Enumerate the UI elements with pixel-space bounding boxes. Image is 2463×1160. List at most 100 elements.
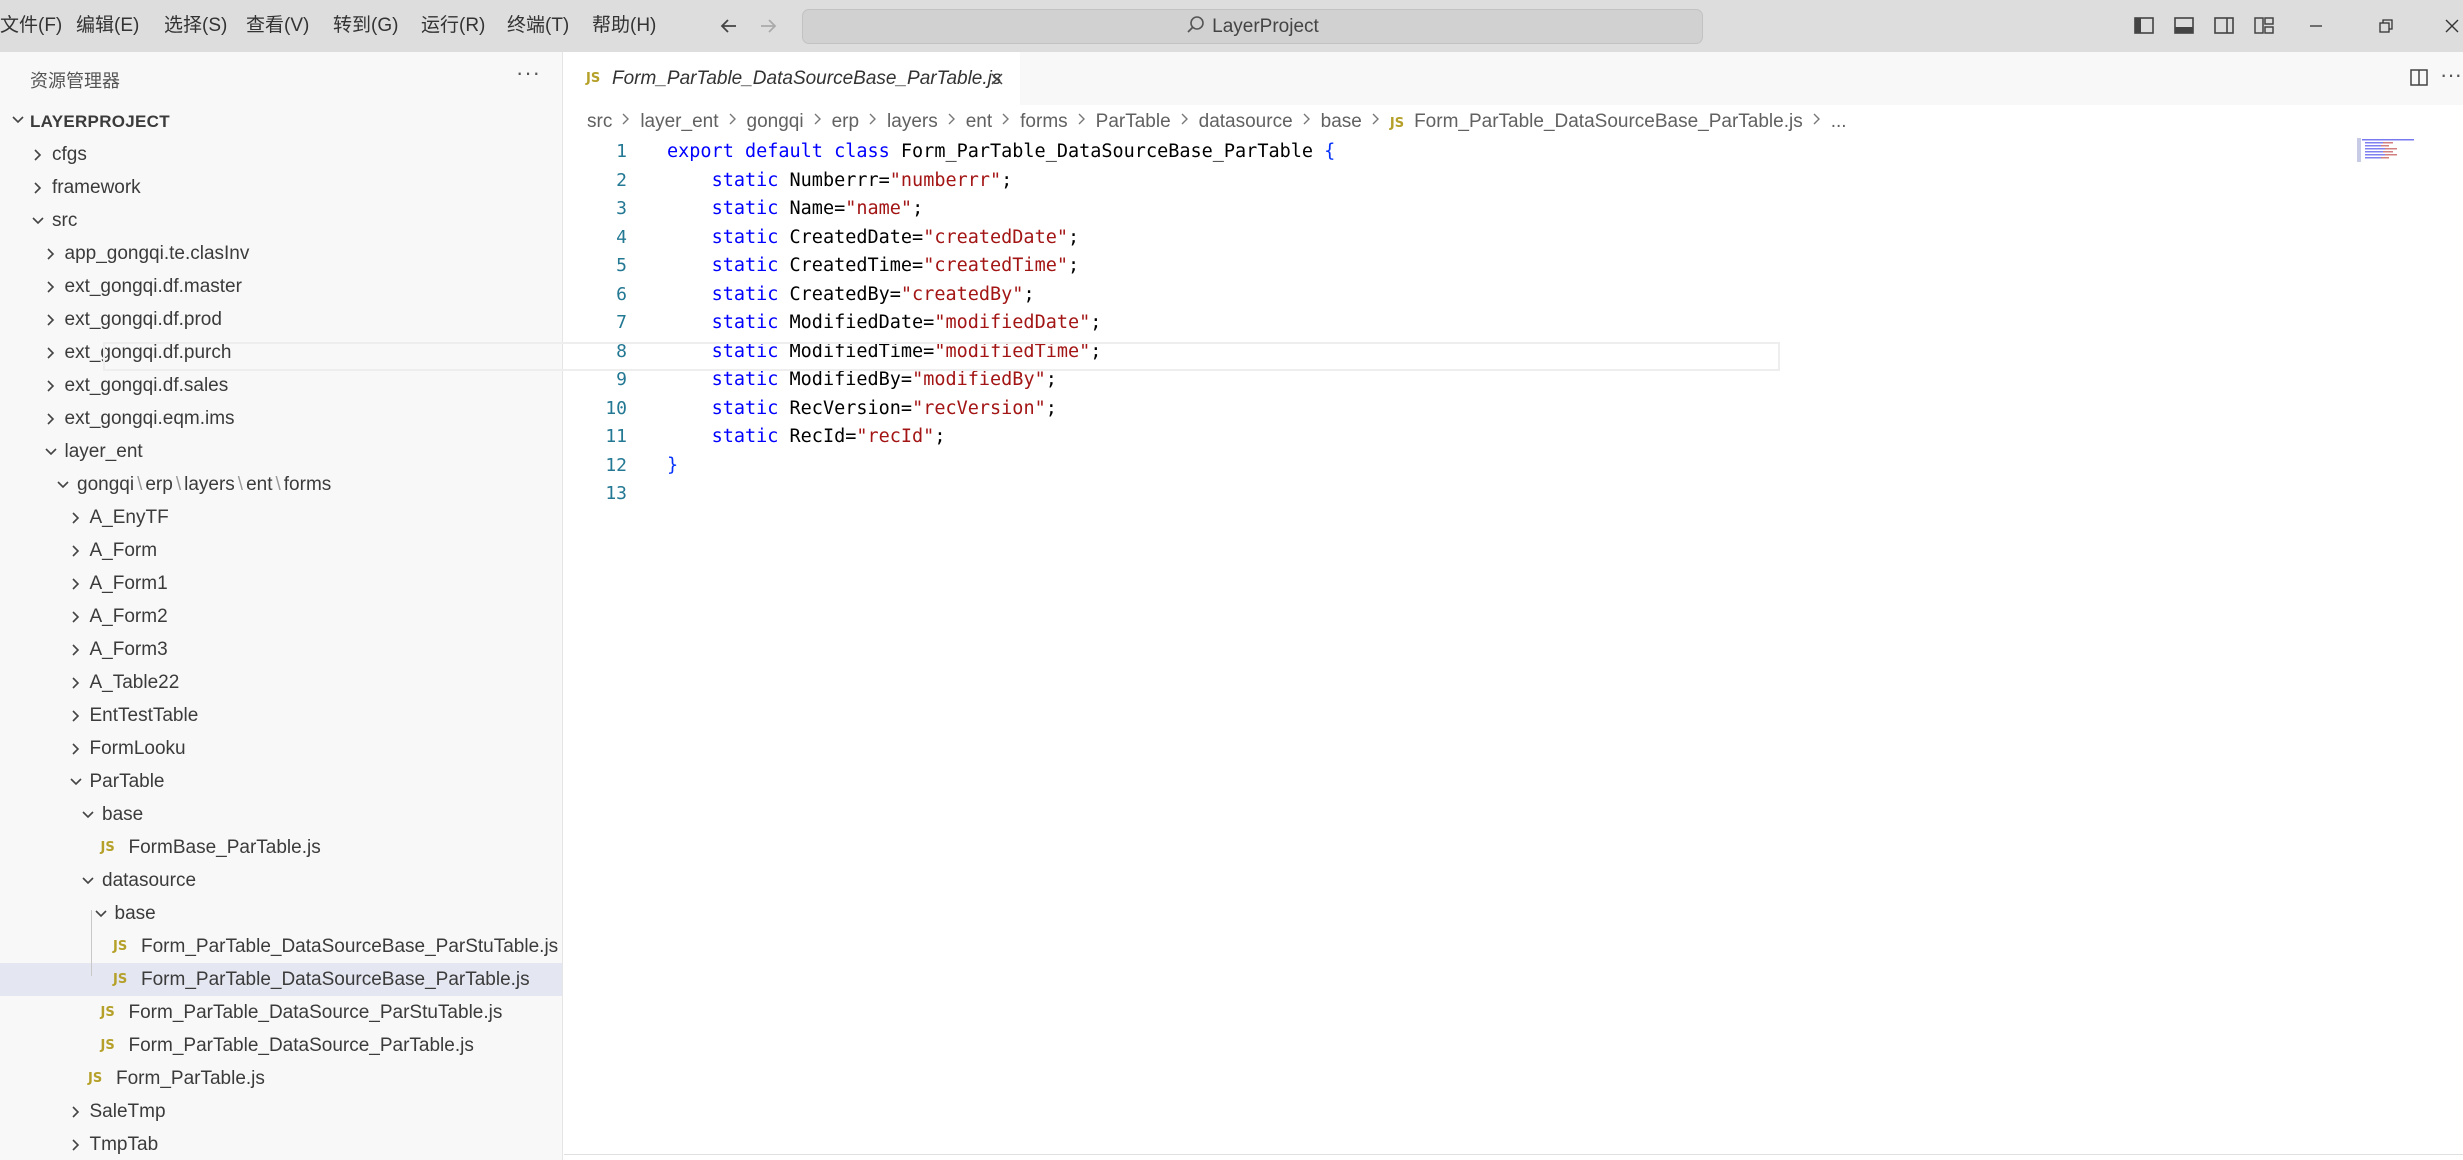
tree-file[interactable]: JS Form_ParTable_DataSourceBase_ParTable.…	[0, 963, 562, 996]
tree-folder[interactable]: cfgs	[0, 138, 562, 171]
tree-folder[interactable]: FormLooku	[0, 732, 562, 765]
breadcrumb-item[interactable]: base	[1321, 105, 1362, 138]
close-window-icon[interactable]	[2424, 0, 2463, 52]
code-line[interactable]: 11 static RecId="recId";	[564, 423, 2463, 452]
restore-icon[interactable]	[2358, 0, 2414, 52]
tree-folder[interactable]: A_Form	[0, 534, 562, 567]
tree-folder[interactable]: SaleTmp	[0, 1095, 562, 1128]
tree-item-label: ext_gongqi.eqm.ims	[65, 402, 235, 435]
tree-folder[interactable]: A_Form1	[0, 567, 562, 600]
code-token: "recId"	[856, 426, 935, 447]
code-token: "modifiedDate"	[934, 312, 1091, 333]
tree-folder[interactable]: A_Table22	[0, 666, 562, 699]
code-line[interactable]: 7 static ModifiedDate="modifiedDate";	[564, 309, 2463, 338]
folder-name: app_gongqi.te.clasInv	[64, 243, 250, 264]
menu-item[interactable]: 文件(F)	[0, 0, 62, 52]
folder-segment[interactable]: forms	[284, 474, 332, 495]
code-token: RecVersion=	[789, 397, 913, 419]
tree-file[interactable]: JS Form_ParTable_DataSource_ParStuTable.j…	[0, 996, 562, 1029]
code-token: RecId=	[789, 426, 857, 447]
menu-item[interactable]: 查看(V)	[246, 0, 309, 52]
tab-active-file[interactable]: JS Form_ParTable_DataSourceBase_ParTable…	[564, 52, 1020, 105]
breadcrumb-item[interactable]: forms	[1020, 105, 1068, 138]
code-token: ;	[1023, 283, 1035, 305]
code-line[interactable]: 5 static CreatedTime="createdTime";	[564, 252, 2463, 281]
tree-folder[interactable]: base	[0, 897, 562, 930]
chevron-right-icon	[66, 607, 86, 632]
code-line[interactable]: 3 static Name="name";	[564, 195, 2463, 224]
menu-item[interactable]: 运行(R)	[421, 0, 485, 52]
code-line[interactable]: 4 static CreatedDate="createdDate";	[564, 224, 2463, 253]
code-line[interactable]: 10 static RecVersion="recVersion";	[564, 395, 2463, 424]
tree-folder[interactable]: layer_ent	[0, 435, 562, 468]
tree-folder[interactable]: app_gongqi.te.clasInv	[0, 237, 562, 270]
menu-item[interactable]: 帮助(H)	[592, 0, 656, 52]
code-token: static	[711, 312, 790, 333]
folder-segment[interactable]: layers	[184, 474, 235, 495]
forward-arrow-icon[interactable]	[756, 0, 780, 52]
folder-segment[interactable]: ent	[246, 474, 272, 495]
tree-folder[interactable]: datasource	[0, 864, 562, 897]
breadcrumb-symbols[interactable]: ...	[1831, 105, 1847, 138]
menu-item[interactable]: 转到(G)	[333, 0, 398, 52]
tree-file[interactable]: JS Form_ParTable_DataSource_ParTable.js	[0, 1029, 562, 1062]
code-text: static Name="name";	[667, 195, 924, 224]
menu-item[interactable]: 选择(S)	[164, 0, 227, 52]
js-file-icon: JS	[113, 939, 128, 954]
back-arrow-icon[interactable]	[718, 0, 742, 52]
minimize-icon[interactable]	[2288, 0, 2344, 52]
tree-folder[interactable]: A_Form2	[0, 600, 562, 633]
editor-more-actions-icon[interactable]: ···	[2440, 62, 2462, 88]
tree-folder[interactable]: ext_gongqi.eqm.ims	[0, 402, 562, 435]
line-number: 7	[616, 312, 627, 333]
project-section-header[interactable]: LAYERPROJECT	[0, 105, 562, 138]
more-actions-icon[interactable]: ···	[516, 60, 541, 86]
tree-folder[interactable]: TmpTab	[0, 1128, 562, 1160]
minimap[interactable]	[2357, 138, 2417, 162]
toggle-primary-sidebar-icon[interactable]	[2131, 13, 2157, 39]
tree-folder[interactable]: A_Form3	[0, 633, 562, 666]
tree-folder[interactable]: base	[0, 798, 562, 831]
breadcrumb-item[interactable]: src	[587, 105, 612, 138]
breadcrumb-item[interactable]: datasource	[1199, 105, 1293, 138]
code-line[interactable]: 2 static Numberrr="numberrr";	[564, 167, 2463, 196]
menu-item[interactable]: 终端(T)	[507, 0, 569, 52]
tree-folder[interactable]: ext_gongqi.df.prod	[0, 303, 562, 336]
tree-folder[interactable]: ext_gongqi.df.sales	[0, 369, 562, 402]
folder-segment[interactable]: erp	[145, 474, 172, 495]
breadcrumb-file[interactable]: JS Form_ParTable_DataSourceBase_ParTable.…	[1390, 105, 1803, 140]
code-line[interactable]: 1 export default class Form_ParTable_Data…	[564, 138, 2463, 167]
tree-folder[interactable]: gongqi \ erp \ layers \ ent \ forms	[0, 468, 562, 501]
tree-folder[interactable]: A_EnyTF	[0, 501, 562, 534]
breadcrumb-item[interactable]: gongqi	[747, 105, 804, 138]
chevron-right-icon	[28, 145, 48, 170]
code-line[interactable]: 12}	[564, 452, 2463, 481]
code-line[interactable]: 13	[564, 480, 2463, 509]
menu-item[interactable]: 编辑(E)	[76, 0, 139, 52]
tree-file[interactable]: JS Form_ParTable_DataSourceBase_ParStuTab…	[0, 930, 562, 963]
toggle-secondary-sidebar-icon[interactable]	[2211, 13, 2237, 39]
code-line[interactable]: 6 static CreatedBy="createdBy";	[564, 281, 2463, 310]
breadcrumb-item[interactable]: layer_ent	[640, 105, 718, 138]
breadcrumb-item[interactable]: ParTable	[1096, 105, 1171, 138]
tree-file[interactable]: JS Form_ParTable.js	[0, 1062, 562, 1095]
tree-folder[interactable]: src	[0, 204, 562, 237]
project-name: LAYERPROJECT	[30, 112, 170, 131]
editor-tab-bar: JS Form_ParTable_DataSourceBase_ParTable…	[564, 52, 2463, 105]
command-center-search[interactable]: LayerProject	[802, 9, 1703, 44]
breadcrumb-item[interactable]: layers	[887, 105, 938, 138]
folder-name: TmpTab	[89, 1134, 159, 1155]
split-editor-icon[interactable]	[2408, 67, 2430, 94]
close-tab-icon[interactable]	[988, 70, 1006, 88]
toggle-panel-icon[interactable]	[2171, 13, 2197, 39]
tree-folder[interactable]: EntTestTable	[0, 699, 562, 732]
tree-folder[interactable]: ext_gongqi.df.master	[0, 270, 562, 303]
tree-file[interactable]: JS FormBase_ParTable.js	[0, 831, 562, 864]
customize-layout-icon[interactable]	[2251, 13, 2277, 39]
breadcrumb-item[interactable]: ent	[966, 105, 992, 138]
tree-item-label: ext_gongqi.df.sales	[65, 369, 229, 402]
breadcrumb-item[interactable]: erp	[832, 105, 859, 138]
tree-folder[interactable]: ParTable	[0, 765, 562, 798]
tree-folder[interactable]: framework	[0, 171, 562, 204]
code-editor[interactable]: 1 export default class Form_ParTable_Data…	[564, 138, 2463, 1154]
